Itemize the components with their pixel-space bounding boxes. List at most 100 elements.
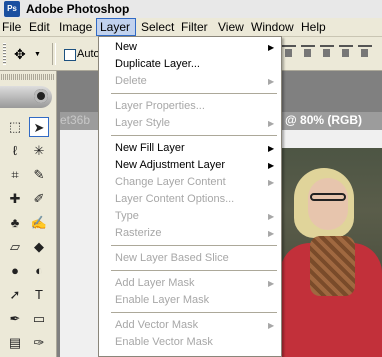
blur-tool-icon[interactable]: ● (5, 261, 25, 281)
menu-item-layer-properties: Layer Properties... (99, 98, 281, 115)
menu-filter[interactable]: Filter (181, 18, 208, 36)
menu-item-label: Rasterize (115, 227, 162, 239)
submenu-arrow-icon: ▶ (268, 119, 275, 128)
submenu-arrow-icon: ▶ (268, 321, 275, 330)
menu-separator (111, 93, 277, 94)
menu-item-rasterize: Rasterize ▶ (99, 225, 281, 242)
path-select-icon[interactable]: ➚ (5, 285, 25, 305)
align-buttons (282, 45, 377, 61)
toolbox: ⬚ ➤ ℓ ✳ ⌗ ✎ ✚ ✐ ♣ ✍ ▱ ◆ ● ◐ ➚ T ✒ ▭ ▤ ✑ (0, 71, 57, 357)
submenu-arrow-icon: ▶ (268, 279, 275, 288)
notes-tool-icon[interactable]: ▤ (5, 333, 25, 353)
menu-item-label: New Layer Based Slice (115, 252, 229, 264)
menu-item-label: Type (115, 210, 139, 222)
adobe-online-icon[interactable] (0, 86, 52, 108)
menu-item-label: New Fill Layer (115, 142, 185, 154)
photo-scarf (310, 236, 355, 296)
menu-item-new-fill-layer[interactable]: New Fill Layer ▶ (99, 140, 281, 157)
menu-image[interactable]: Image (59, 18, 92, 36)
type-tool-icon[interactable]: T (29, 285, 49, 305)
menu-item-label: Enable Vector Mask (115, 336, 213, 348)
submenu-arrow-icon: ▶ (268, 229, 275, 238)
lasso-tool-icon[interactable]: ℓ (5, 141, 25, 161)
menu-item-layer-content-options: Layer Content Options... (99, 191, 281, 208)
align-vcenter-icon[interactable] (301, 45, 315, 59)
slice-tool-icon[interactable]: ✎ (29, 165, 49, 185)
menu-window[interactable]: Window (251, 18, 294, 36)
auto-select-label: Auto (77, 48, 100, 60)
menu-item-layer-style: Layer Style ▶ (99, 115, 281, 132)
menu-item-label: Layer Properties... (115, 100, 205, 112)
pen-tool-icon[interactable]: ✒ (5, 309, 25, 329)
submenu-arrow-icon: ▶ (268, 212, 275, 221)
clone-stamp-icon[interactable]: ♣ (5, 213, 25, 233)
move-tool-icon[interactable]: ➤ (29, 117, 49, 137)
menu-bar: File Edit Image Layer Select Filter View… (0, 18, 382, 37)
eraser-tool-icon[interactable]: ▱ (5, 237, 25, 257)
menu-item-enable-vector-mask: Enable Vector Mask (99, 334, 281, 351)
submenu-arrow-icon: ▶ (268, 77, 275, 86)
brush-tool-icon[interactable]: ✐ (29, 189, 49, 209)
menu-help[interactable]: Help (301, 18, 326, 36)
divider (52, 43, 56, 65)
paint-bucket-icon[interactable]: ◆ (29, 237, 49, 257)
document-zoom: @ 80% (RGB) (285, 113, 363, 127)
submenu-arrow-icon: ▶ (268, 161, 275, 170)
menu-item-label: Layer Content Options... (115, 193, 235, 205)
menu-item-add-vector-mask: Add Vector Mask ▶ (99, 317, 281, 334)
document-name: et36b (60, 113, 91, 127)
window-title: Adobe Photoshop (26, 2, 130, 16)
submenu-arrow-icon: ▶ (268, 43, 275, 52)
photo-image (280, 148, 382, 357)
menu-layer[interactable]: Layer (96, 18, 136, 36)
menu-item-add-layer-mask: Add Layer Mask ▶ (99, 275, 281, 292)
magic-wand-icon[interactable]: ✳ (29, 141, 49, 161)
align-bottom-icon[interactable] (320, 45, 334, 59)
menu-item-duplicate-layer[interactable]: Duplicate Layer... (99, 56, 281, 73)
layer-menu-dropdown: New ▶ Duplicate Layer... Delete ▶ Layer Prope… (98, 36, 282, 357)
menu-select[interactable]: Select (141, 18, 174, 36)
auto-select-checkbox[interactable] (64, 49, 76, 61)
align-top-icon[interactable] (282, 45, 296, 59)
healing-brush-icon[interactable]: ✚ (5, 189, 25, 209)
menu-item-new-adjustment-layer[interactable]: New Adjustment Layer ▶ (99, 157, 281, 174)
submenu-arrow-icon: ▶ (268, 144, 275, 153)
menu-item-label: Layer Style (115, 117, 171, 129)
menu-item-label: Add Layer Mask (115, 277, 195, 289)
menu-separator (111, 135, 277, 136)
menu-edit[interactable]: Edit (29, 18, 50, 36)
menu-file[interactable]: File (2, 18, 21, 36)
toolbox-grip[interactable] (1, 74, 55, 80)
menu-item-label: Duplicate Layer... (115, 58, 200, 70)
menu-item-label: Change Layer Content (115, 176, 226, 188)
photo-glasses (310, 193, 346, 201)
submenu-arrow-icon: ▶ (268, 178, 275, 187)
shape-tool-icon[interactable]: ▭ (29, 309, 49, 329)
align-left-icon[interactable] (339, 45, 353, 59)
crop-tool-icon[interactable]: ⌗ (5, 165, 25, 185)
menu-view[interactable]: View (218, 18, 244, 36)
menu-item-label: Delete (115, 75, 147, 87)
options-grip[interactable] (3, 43, 6, 65)
menu-item-new[interactable]: New ▶ (99, 39, 281, 56)
title-bar: Ps Adobe Photoshop (0, 0, 382, 19)
menu-item-label: Enable Layer Mask (115, 294, 210, 306)
menu-item-label: New Adjustment Layer (115, 159, 226, 171)
history-brush-icon[interactable]: ✍ (29, 213, 49, 233)
dodge-tool-icon[interactable]: ◐ (29, 261, 49, 281)
photo-face (308, 178, 348, 230)
eyedropper-icon[interactable]: ✑ (29, 333, 49, 353)
menu-item-delete: Delete ▶ (99, 73, 281, 90)
menu-item-type: Type ▶ (99, 208, 281, 225)
menu-item-enable-layer-mask: Enable Layer Mask (99, 292, 281, 309)
move-tool-preset-icon[interactable]: ✥ (14, 46, 26, 63)
menu-item-new-layer-based-slice: New Layer Based Slice (99, 250, 281, 267)
photoshop-logo-icon: Ps (4, 1, 20, 17)
menu-separator (111, 245, 277, 246)
align-hcenter-icon[interactable] (358, 45, 372, 59)
chevron-down-icon[interactable]: ▼ (34, 51, 41, 58)
menu-item-change-layer-content: Change Layer Content ▶ (99, 174, 281, 191)
menu-separator (111, 270, 277, 271)
menu-separator (111, 312, 277, 313)
marquee-tool-icon[interactable]: ⬚ (5, 117, 25, 137)
